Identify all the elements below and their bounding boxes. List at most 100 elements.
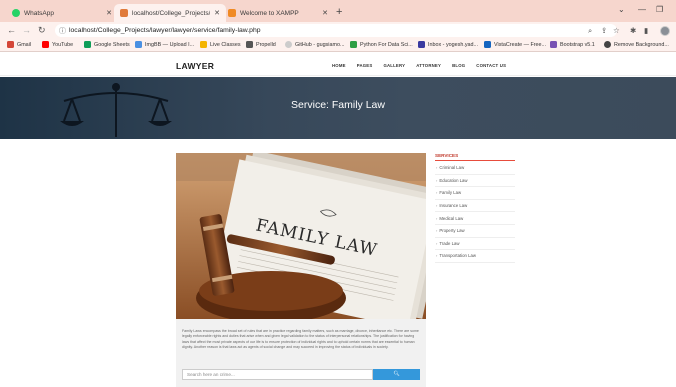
maximize-button[interactable]: ❐: [656, 5, 663, 14]
close-icon[interactable]: ✕: [106, 9, 112, 17]
youtube-icon: [42, 41, 49, 48]
service-description: Family Laws encompass the broad set of r…: [182, 329, 419, 350]
nav-home[interactable]: HOME: [332, 63, 346, 68]
chevron-right-icon: ›: [436, 240, 438, 246]
site-logo[interactable]: LAWYER: [176, 61, 214, 71]
sidebar-item-property-law[interactable]: › Property Law: [435, 225, 515, 238]
share-icon[interactable]: ⇪: [601, 26, 607, 35]
bookmark-vistacreate[interactable]: VistaCreate — Free...: [484, 41, 546, 48]
remove-bg-icon: [604, 41, 611, 48]
sidebar-item-label: Transportation Law: [439, 253, 476, 259]
address-bar[interactable]: ⓘ localhost/College_Projects/lawyer/lawy…: [55, 24, 617, 37]
python-icon: [350, 41, 357, 48]
bookmark-live-classes[interactable]: Live Classes: [200, 41, 241, 48]
propelld-icon: [246, 41, 253, 48]
nav-gallery[interactable]: GALLERY: [383, 63, 405, 68]
avatar[interactable]: [660, 26, 670, 36]
sidebar-item-transportation-law[interactable]: › Transportation Law: [435, 250, 515, 263]
vistacreate-icon: [484, 41, 491, 48]
web-page: LAWYER HOME PAGES GALLERY ATTORNEY BLOG …: [0, 53, 676, 387]
sidebar-item-insurance-law[interactable]: › Insurance Law: [435, 200, 515, 213]
bookmark-python[interactable]: Python For Data Sci...: [350, 41, 413, 48]
site-header: LAWYER HOME PAGES GALLERY ATTORNEY BLOG …: [0, 53, 676, 76]
sidebar-item-criminal-law[interactable]: › Criminal Law: [435, 162, 515, 175]
bookmark-imgbb[interactable]: ImgBB — Upload I...: [135, 41, 194, 48]
bookmark-github[interactable]: GitHub - gugsiamo...: [285, 41, 344, 48]
bookmark-label: Live Classes: [210, 41, 241, 48]
chevron-right-icon: ›: [436, 203, 438, 209]
close-icon[interactable]: ✕: [322, 9, 328, 17]
bookmark-label: VistaCreate — Free...: [494, 41, 547, 48]
minimize-button[interactable]: —: [638, 5, 646, 14]
gmail-icon: [7, 41, 14, 48]
chevron-right-icon: ›: [436, 228, 438, 234]
chevron-right-icon: ›: [436, 215, 438, 221]
url-text: localhost/College_Projects/lawyer/lawyer…: [69, 27, 261, 34]
search-input[interactable]: Search here an crime...: [182, 369, 373, 380]
divider: [435, 160, 515, 161]
bookmark-label: Python For Data Sci...: [360, 41, 413, 48]
forward-arrow-icon[interactable]: →: [22, 25, 31, 35]
page-favicon-icon: [120, 9, 128, 17]
sidebar-item-medical-law[interactable]: › Medical Law: [435, 212, 515, 225]
tab-family-law[interactable]: localhost/College_Projects/lawye ✕: [114, 4, 226, 22]
tab-label: Welcome to XAMPP: [240, 9, 299, 17]
browser-toolbar: ← → ↻ ⓘ localhost/College_Projects/lawye…: [0, 22, 676, 39]
page-title: Service: Family Law: [291, 99, 385, 111]
sidebar-item-label: Criminal Law: [439, 165, 465, 171]
bookmark-label: GitHub - gugsiamo...: [295, 41, 345, 48]
sidebar-item-education-law[interactable]: › Education Law: [435, 175, 515, 188]
bookmark-label: Propelld: [256, 41, 276, 48]
sidebar-item-label: Property Law: [439, 228, 465, 234]
star-icon[interactable]: ☆: [613, 26, 620, 35]
new-tab-button[interactable]: +: [336, 6, 342, 18]
extensions-icon[interactable]: ✱: [630, 26, 636, 35]
bookmark-bootstrap[interactable]: Bootstrap v5.1: [550, 41, 595, 48]
service-content: Family Laws encompass the broad set of r…: [176, 319, 426, 387]
bookmark-label: YouTube: [52, 41, 74, 48]
back-arrow-icon[interactable]: ←: [7, 25, 16, 35]
services-sidebar: SERVICES › Criminal Law › Education Law › F…: [435, 153, 515, 263]
bookmark-gmail[interactable]: Gmail: [7, 41, 31, 48]
live-classes-icon: [200, 41, 207, 48]
tab-label: localhost/College_Projects/lawye: [132, 9, 210, 17]
bookmark-google-sheets[interactable]: Google Sheets: [84, 41, 130, 48]
xampp-icon: [228, 9, 236, 17]
family-law-image: FAMILY LAW: [176, 153, 426, 319]
nav-attorney[interactable]: ATTORNEY: [416, 63, 441, 68]
bookmark-youtube[interactable]: YouTube: [42, 41, 73, 48]
bootstrap-icon: [550, 41, 557, 48]
sidebar-item-family-law[interactable]: › Family Law: [435, 187, 515, 200]
close-icon[interactable]: ✕: [214, 9, 220, 17]
nav-contact-us[interactable]: CONTACT US: [476, 63, 506, 68]
browser-tab-strip: WhatsApp ✕ localhost/College_Projects/la…: [0, 0, 676, 22]
sidebar-item-label: Medical Law: [439, 215, 464, 221]
site-info-icon[interactable]: ⓘ: [59, 26, 66, 36]
nav-pages[interactable]: PAGES: [357, 63, 373, 68]
bookmark-label: Bootstrap v5.1: [560, 41, 595, 48]
bookmark-label: Google Sheets: [94, 41, 130, 48]
tab-whatsapp[interactable]: WhatsApp ✕: [6, 4, 118, 22]
bookmarks-bar: Gmail YouTube Google Sheets ImgBB — Uplo…: [0, 39, 676, 52]
chevron-right-icon: ›: [436, 190, 438, 196]
nav-blog[interactable]: BLOG: [452, 63, 465, 68]
zoom-icon[interactable]: ⌕: [588, 26, 592, 36]
page-banner: Service: Family Law: [0, 77, 676, 139]
bookmark-remove-bg[interactable]: Remove Background...: [604, 41, 669, 48]
bookmark-label: ImgBB — Upload I...: [145, 41, 195, 48]
bookmark-label: Remove Background...: [614, 41, 669, 48]
sidebar-item-trade-law[interactable]: › Trade Law: [435, 238, 515, 251]
sidebar-item-label: Trade Law: [439, 240, 460, 246]
sidebar-icon[interactable]: ▮: [644, 26, 648, 35]
bookmark-propelld[interactable]: Propelld: [246, 41, 276, 48]
imgbb-icon: [135, 41, 142, 48]
tab-xampp[interactable]: Welcome to XAMPP ✕: [222, 4, 334, 22]
chevron-right-icon: ›: [436, 177, 438, 183]
chevron-down-icon[interactable]: ⌄: [618, 5, 625, 14]
bookmark-inbox[interactable]: Inbox - yogesh.yad...: [418, 41, 478, 48]
mail-icon: [418, 41, 425, 48]
github-icon: [285, 41, 292, 48]
bookmark-label: Inbox - yogesh.yad...: [428, 41, 479, 48]
reload-icon[interactable]: ↻: [38, 25, 46, 36]
search-button[interactable]: 🔍︎: [373, 369, 420, 380]
